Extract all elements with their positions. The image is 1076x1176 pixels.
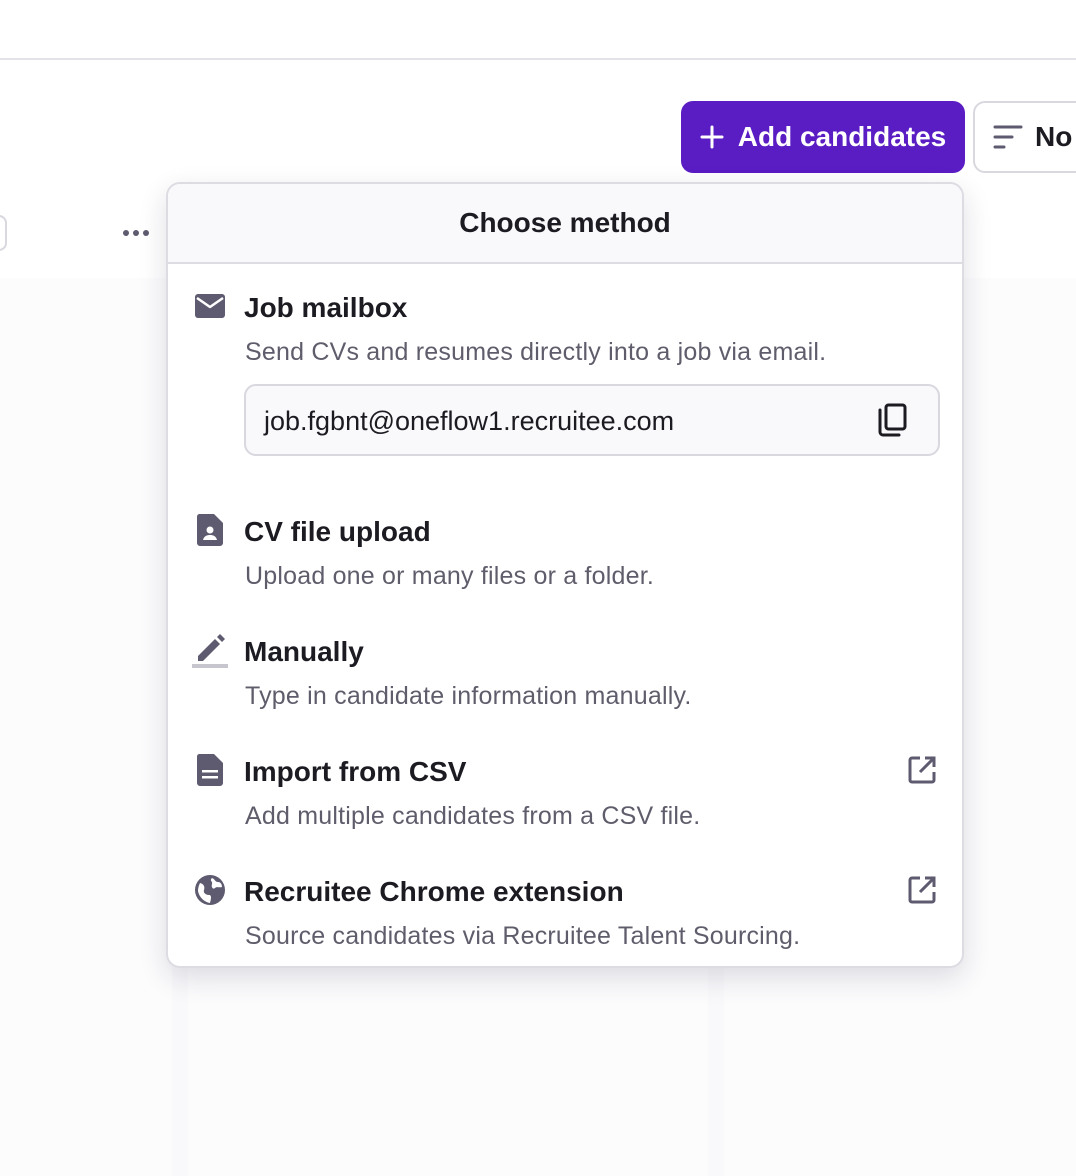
plus-icon [700, 125, 724, 149]
method-title: Import from CSV [244, 756, 467, 787]
method-cv-file-upload[interactable]: CV file upload Upload one or many files … [168, 512, 962, 592]
document-icon [192, 752, 228, 788]
method-description: Add multiple candidates from a CSV file. [245, 802, 701, 830]
mail-icon [192, 288, 228, 324]
top-bar [0, 0, 1076, 60]
external-link-icon[interactable] [904, 752, 940, 788]
add-candidates-label: Add candidates [737, 121, 947, 152]
method-manually[interactable]: Manually Type in candidate information m… [168, 632, 962, 712]
choose-method-popover: Choose method Job mailbox Send CVs and r… [166, 182, 964, 968]
method-description: Source candidates via Recruitee Talent S… [245, 922, 801, 950]
sort-label: No [1035, 121, 1073, 152]
method-description: Upload one or many files or a folder. [245, 562, 655, 590]
globe-icon [192, 872, 228, 908]
more-horizontal-icon [123, 230, 149, 236]
pencil-icon [192, 632, 228, 668]
method-description: Send CVs and resumes directly into a job… [245, 338, 827, 366]
pipeline-column [0, 278, 172, 1176]
sort-button[interactable]: No [973, 101, 1076, 173]
filter-input-edge[interactable] [0, 215, 7, 251]
add-candidates-button[interactable]: Add candidates [681, 101, 965, 173]
more-options-button[interactable] [118, 218, 154, 248]
method-title: Manually [244, 636, 364, 667]
sort-icon [993, 125, 1023, 149]
copy-email-button[interactable] [872, 400, 912, 440]
method-title: Job mailbox [244, 292, 408, 323]
copy-icon [878, 403, 907, 437]
popover-title: Choose method [168, 184, 962, 264]
method-chrome-extension[interactable]: Recruitee Chrome extension Source candid… [168, 872, 962, 952]
file-person-icon [192, 512, 228, 548]
method-import-csv[interactable]: Import from CSV Add multiple candidates … [168, 752, 962, 832]
method-description: Type in candidate information manually. [245, 682, 692, 710]
job-mailbox-email-field[interactable]: job.fgbnt@oneflow1.recruitee.com [244, 384, 940, 456]
method-title: CV file upload [244, 516, 431, 547]
external-link-icon[interactable] [904, 872, 940, 908]
method-title: Recruitee Chrome extension [244, 876, 624, 907]
job-mailbox-email: job.fgbnt@oneflow1.recruitee.com [264, 406, 675, 436]
